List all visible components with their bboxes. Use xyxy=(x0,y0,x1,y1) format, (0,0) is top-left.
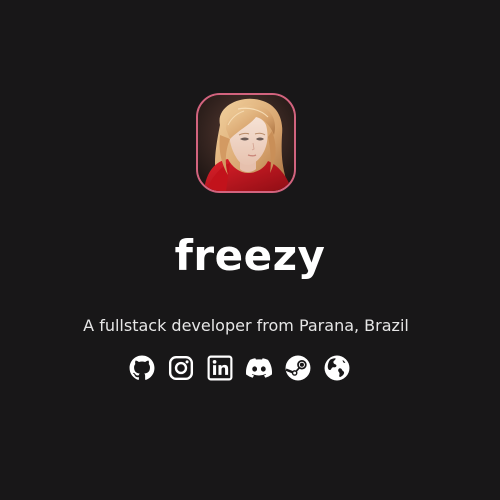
instagram-link[interactable] xyxy=(168,355,194,381)
steam-icon xyxy=(285,355,311,381)
github-icon xyxy=(129,355,155,380)
profile-page: freezy A fullstack developer from Parana… xyxy=(0,0,500,500)
steam-link[interactable] xyxy=(285,355,311,381)
linkedin-icon xyxy=(207,355,233,381)
github-link[interactable] xyxy=(129,355,155,381)
avatar-image xyxy=(198,95,294,191)
linkedin-link[interactable] xyxy=(207,355,233,381)
website-link[interactable] xyxy=(324,355,350,381)
social-links xyxy=(129,355,350,381)
globe-icon xyxy=(324,355,350,381)
profile-tagline: A fullstack developer from Parana, Brazi… xyxy=(83,316,409,335)
instagram-icon xyxy=(168,355,194,381)
discord-icon xyxy=(246,358,272,378)
avatar xyxy=(196,93,296,193)
discord-link[interactable] xyxy=(246,355,272,381)
profile-name: freezy xyxy=(174,231,326,280)
